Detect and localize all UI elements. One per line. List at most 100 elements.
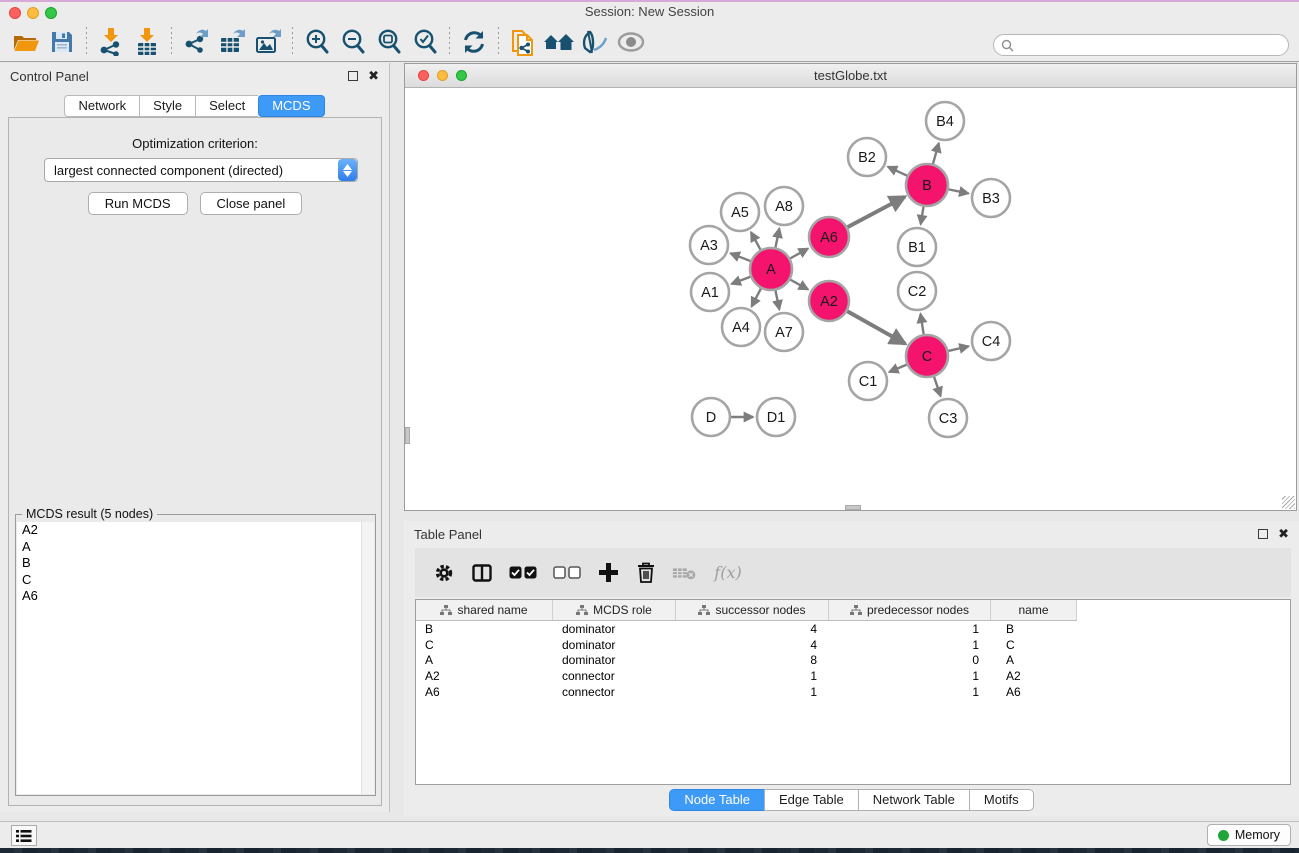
mcds-result-item[interactable]: B	[17, 555, 374, 572]
show-graphics-details-button[interactable]	[613, 25, 649, 59]
network-horizontal-scrollbar[interactable]	[845, 505, 861, 510]
export-table-button[interactable]	[214, 25, 250, 59]
edge-B-B4[interactable]	[933, 143, 939, 164]
node-A4[interactable]: A4	[722, 308, 760, 346]
mcds-list-scrollbar[interactable]	[361, 522, 374, 794]
edge-B-B2[interactable]	[888, 167, 907, 176]
network-vertical-scrollbar[interactable]	[405, 427, 410, 444]
network-zoom-button[interactable]	[456, 70, 467, 81]
search-field[interactable]	[993, 34, 1289, 56]
node-B3[interactable]: B3	[972, 179, 1010, 217]
run-mcds-button[interactable]: Run MCDS	[88, 192, 188, 215]
close-panel-button[interactable]: Close panel	[200, 192, 303, 215]
edge-A-A6[interactable]	[790, 249, 808, 259]
node-B[interactable]: B	[906, 164, 948, 206]
minimize-window-button[interactable]	[27, 7, 39, 19]
clone-network-button[interactable]	[505, 25, 541, 59]
save-session-button[interactable]	[44, 25, 80, 59]
tab-node-table[interactable]: Node Table	[669, 789, 764, 811]
tab-network[interactable]: Network	[64, 95, 139, 117]
edge-B-B3[interactable]	[949, 189, 969, 193]
node-A7[interactable]: A7	[765, 313, 803, 351]
mcds-result-item[interactable]: A	[17, 539, 374, 556]
column-header-successor-nodes[interactable]: successor nodes	[676, 600, 829, 621]
show-columns-button[interactable]	[470, 561, 494, 585]
network-close-button[interactable]	[418, 70, 429, 81]
node-A2[interactable]: A2	[809, 281, 849, 321]
column-header-shared-name[interactable]: shared name	[416, 600, 553, 621]
window-resize-grip[interactable]	[1282, 496, 1295, 509]
node-C1[interactable]: C1	[849, 362, 887, 400]
table-row[interactable]: Adominator80A	[416, 652, 1290, 668]
close-table-panel-icon[interactable]: ✖	[1278, 529, 1289, 539]
node-B4[interactable]: B4	[926, 102, 964, 140]
node-D1[interactable]: D1	[757, 398, 795, 436]
column-header-predecessor-nodes[interactable]: predecessor nodes	[829, 600, 991, 621]
float-panel-icon[interactable]	[348, 71, 358, 81]
criterion-select[interactable]: largest connected component (directed)	[44, 158, 358, 182]
edge-A-A5[interactable]	[751, 232, 761, 249]
tab-mcds[interactable]: MCDS	[258, 95, 324, 117]
node-A1[interactable]: A1	[691, 273, 729, 311]
node-B1[interactable]: B1	[898, 228, 936, 266]
edge-C-C3[interactable]	[934, 377, 941, 396]
column-header-MCDS-role[interactable]: MCDS role	[553, 600, 676, 621]
edge-C-C2[interactable]	[920, 314, 923, 335]
task-history-button[interactable]	[11, 825, 37, 846]
zoom-window-button[interactable]	[45, 7, 57, 19]
node-C4[interactable]: C4	[972, 322, 1010, 360]
edge-A-A2[interactable]	[790, 280, 808, 290]
network-canvas[interactable]: A A1 A2 A3 A4 A5 A6 A7 A8 B B1 B2 B3 B4 C C1 C2 C3 C4 D D1	[405, 88, 1296, 510]
node-A8[interactable]: A8	[765, 187, 803, 225]
close-window-button[interactable]	[9, 7, 21, 19]
import-table-button[interactable]	[129, 25, 165, 59]
close-panel-icon[interactable]: ✖	[368, 71, 379, 81]
add-row-button[interactable]	[596, 561, 620, 585]
refresh-view-button[interactable]	[456, 25, 492, 59]
edge-A2-C[interactable]	[847, 311, 905, 343]
node-C2[interactable]: C2	[898, 272, 936, 310]
delete-row-button[interactable]	[634, 561, 658, 585]
node-A5[interactable]: A5	[721, 193, 759, 231]
tab-motifs[interactable]: Motifs	[969, 789, 1034, 811]
mcds-result-item[interactable]: A6	[17, 588, 374, 605]
tab-network-table[interactable]: Network Table	[858, 789, 969, 811]
export-network-button[interactable]	[178, 25, 214, 59]
node-A[interactable]: A	[750, 248, 792, 290]
table-settings-button[interactable]	[432, 561, 456, 585]
network-minimize-button[interactable]	[437, 70, 448, 81]
zoom-selected-button[interactable]	[407, 25, 443, 59]
tab-edge-table[interactable]: Edge Table	[764, 789, 858, 811]
mcds-result-list[interactable]: A2ABCA6	[17, 522, 374, 794]
edge-A-A4[interactable]	[752, 289, 761, 307]
zoom-fit-button[interactable]	[371, 25, 407, 59]
edge-C-C4[interactable]	[948, 346, 968, 351]
deselect-all-button[interactable]	[552, 561, 582, 585]
table-row[interactable]: A6connector11A6	[416, 684, 1290, 700]
node-C[interactable]: C	[906, 335, 948, 377]
mcds-result-item[interactable]: A2	[17, 522, 374, 539]
tab-select[interactable]: Select	[195, 95, 258, 117]
export-image-button[interactable]	[250, 25, 286, 59]
mcds-result-item[interactable]: C	[17, 572, 374, 589]
node-B2[interactable]: B2	[848, 138, 886, 176]
edge-A-A3[interactable]	[730, 253, 750, 261]
hide-graphics-details-button[interactable]	[577, 25, 613, 59]
column-header-name[interactable]: name	[991, 600, 1077, 621]
node-C3[interactable]: C3	[929, 399, 967, 437]
import-network-button[interactable]	[93, 25, 129, 59]
edge-A-A7[interactable]	[775, 291, 779, 310]
edge-A6-B[interactable]	[848, 197, 905, 227]
memory-button[interactable]: Memory	[1207, 824, 1291, 846]
zoom-out-button[interactable]	[335, 25, 371, 59]
node-A3[interactable]: A3	[690, 226, 728, 264]
table-row[interactable]: A2connector11A2	[416, 668, 1290, 684]
node-D[interactable]: D	[692, 398, 730, 436]
node-A6[interactable]: A6	[809, 217, 849, 257]
open-file-button[interactable]	[8, 25, 44, 59]
table-row[interactable]: Cdominator41C	[416, 637, 1290, 653]
zoom-in-button[interactable]	[299, 25, 335, 59]
select-all-button[interactable]	[508, 561, 538, 585]
home-button[interactable]	[541, 25, 577, 59]
edge-C-C1[interactable]	[889, 365, 907, 372]
